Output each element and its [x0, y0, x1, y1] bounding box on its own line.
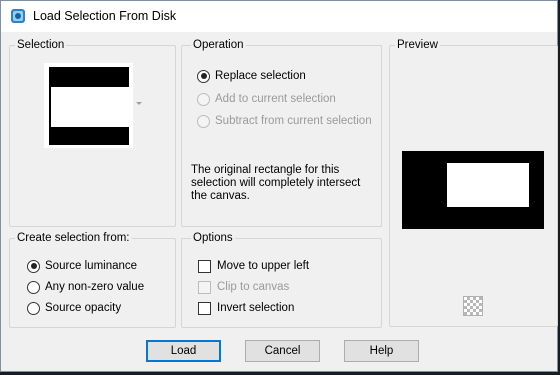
radio-label: Source luminance: [45, 260, 138, 272]
load-button[interactable]: Load: [146, 340, 221, 362]
preview-selection-rect: [447, 163, 529, 207]
radio-label: Replace selection: [215, 70, 306, 82]
window-title: Load Selection From Disk: [33, 9, 177, 23]
title-bar[interactable]: Load Selection From Disk: [1, 1, 557, 32]
checkbox-clip-to-canvas: Clip to canvas: [198, 279, 289, 295]
help-button[interactable]: Help: [344, 340, 419, 362]
transparency-toggle-icon[interactable]: [463, 296, 483, 316]
thumbnail-white-rect: [51, 87, 129, 127]
radio-label: Subtract from current selection: [215, 115, 372, 127]
selection-thumbnail[interactable]: [44, 63, 133, 148]
create-selection-group-label: Create selection from:: [15, 232, 132, 244]
cancel-button[interactable]: Cancel: [245, 340, 320, 362]
radio-any-non-zero-value[interactable]: Any non-zero value: [27, 279, 144, 295]
radio-button: [197, 114, 210, 128]
operation-group-label: Operation: [191, 39, 246, 51]
checkbox-move-to-upper-left[interactable]: Move to upper left: [198, 258, 309, 274]
checkbox-invert-selection[interactable]: Invert selection: [198, 300, 294, 316]
checkbox-label: Clip to canvas: [217, 281, 290, 293]
radio-replace-selection[interactable]: Replace selection: [197, 68, 306, 84]
radio-source-opacity[interactable]: Source opacity: [27, 300, 121, 316]
radio-source-luminance[interactable]: Source luminance: [27, 258, 137, 274]
radio-button[interactable]: [27, 280, 40, 294]
preview-canvas: [402, 151, 544, 229]
thumbnail-image: [49, 67, 129, 145]
checkbox[interactable]: [198, 259, 211, 273]
thumbnail-dropdown-arrow-icon[interactable]: [136, 102, 142, 105]
preview-group-label: Preview: [395, 39, 440, 51]
options-group-label: Options: [191, 232, 235, 244]
checkbox-label: Move to upper left: [217, 260, 310, 272]
radio-button[interactable]: [27, 301, 40, 315]
radio-button[interactable]: [197, 69, 210, 83]
radio-label: Source opacity: [45, 302, 122, 314]
operation-description: The original rectangle for this selectio…: [191, 164, 361, 202]
radio-label: Any non-zero value: [45, 281, 145, 293]
load-selection-dialog: Load Selection From Disk Selection Opera…: [0, 0, 558, 372]
radio-label: Add to current selection: [215, 93, 336, 105]
radio-subtract-from-current-selection: Subtract from current selection: [197, 113, 372, 129]
app-icon: [11, 9, 25, 23]
radio-add-to-current-selection: Add to current selection: [197, 91, 336, 107]
checkbox-label: Invert selection: [217, 302, 295, 314]
checkbox: [198, 280, 211, 294]
radio-button[interactable]: [27, 259, 40, 273]
checkbox[interactable]: [198, 301, 211, 315]
selection-group-label: Selection: [15, 39, 67, 51]
radio-button: [197, 92, 210, 106]
